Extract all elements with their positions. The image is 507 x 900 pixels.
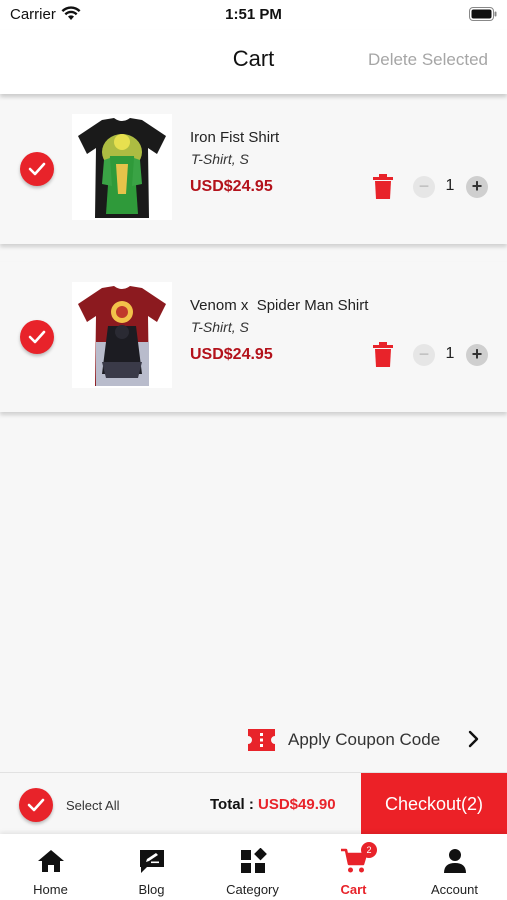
- tab-label: Blog: [138, 882, 165, 897]
- checkmark-icon: [28, 330, 46, 344]
- tab-blog[interactable]: Blog: [101, 834, 202, 900]
- account-icon: [443, 849, 466, 873]
- cart-count-badge: 2: [361, 842, 377, 858]
- item-variant: T-Shirt, S: [191, 151, 249, 167]
- checkout-bar: Select All Total : USD$49.90 Checkout(2): [0, 772, 507, 835]
- item-select-checkbox[interactable]: [20, 320, 54, 354]
- home-icon: [37, 850, 64, 872]
- trash-icon[interactable]: [372, 342, 394, 368]
- checkout-button[interactable]: Checkout(2): [361, 773, 507, 835]
- tab-label: Cart: [340, 882, 367, 897]
- quantity-increase-button[interactable]: +: [466, 176, 488, 198]
- quantity-increase-button[interactable]: +: [466, 344, 488, 366]
- item-name: Iron Fist Shirt: [190, 129, 280, 146]
- tab-label: Home: [33, 882, 68, 897]
- tab-home[interactable]: Home: [0, 834, 101, 900]
- tab-label: Account: [431, 882, 478, 897]
- delete-selected-button[interactable]: Delete Selected: [368, 50, 488, 70]
- tab-label: Category: [226, 882, 279, 897]
- product-image-iron-fist[interactable]: [72, 114, 172, 220]
- status-bar: Carrier 1:51 PM: [0, 0, 507, 30]
- item-name: Venom x Spider Man Shirt: [190, 297, 369, 314]
- checkmark-icon: [28, 162, 46, 176]
- status-time: 1:51 PM: [225, 6, 282, 23]
- coupon-ticket-icon: [248, 729, 275, 751]
- product-image-venom-spiderman[interactable]: [72, 282, 172, 388]
- trash-icon[interactable]: [372, 174, 394, 200]
- category-icon: [240, 848, 267, 873]
- cart-item: Venom x Spider Man Shirt T-Shirt, S USD$…: [0, 262, 507, 412]
- total-label: Total :: [210, 796, 254, 813]
- nav-header: Cart Delete Selected: [0, 30, 507, 94]
- battery-icon: [469, 7, 497, 21]
- select-all-label[interactable]: Select All: [66, 798, 119, 813]
- quantity-value: 1: [445, 177, 455, 194]
- item-price: USD$24.95: [190, 178, 273, 195]
- blog-icon: [139, 850, 164, 873]
- tab-bar: Home Blog Category 2 Cart Account: [0, 834, 507, 900]
- item-variant: T-Shirt, S: [191, 319, 249, 335]
- select-all-checkbox[interactable]: [19, 788, 53, 822]
- quantity-value: 1: [445, 345, 455, 362]
- quantity-decrease-button[interactable]: −: [413, 176, 435, 198]
- coupon-label: Apply Coupon Code: [288, 730, 441, 749]
- tab-account[interactable]: Account: [404, 834, 505, 900]
- tab-category[interactable]: Category: [202, 834, 303, 900]
- chevron-right-icon: [468, 730, 479, 748]
- checkmark-icon: [27, 798, 45, 812]
- cart-item: Iron Fist Shirt T-Shirt, S USD$24.95 − 1…: [0, 94, 507, 244]
- total-value: USD$49.90: [258, 796, 336, 813]
- apply-coupon-button[interactable]: Apply Coupon Code: [248, 726, 488, 754]
- item-price: USD$24.95: [190, 346, 273, 363]
- item-select-checkbox[interactable]: [20, 152, 54, 186]
- tab-cart[interactable]: 2 Cart: [303, 834, 404, 900]
- quantity-decrease-button[interactable]: −: [413, 344, 435, 366]
